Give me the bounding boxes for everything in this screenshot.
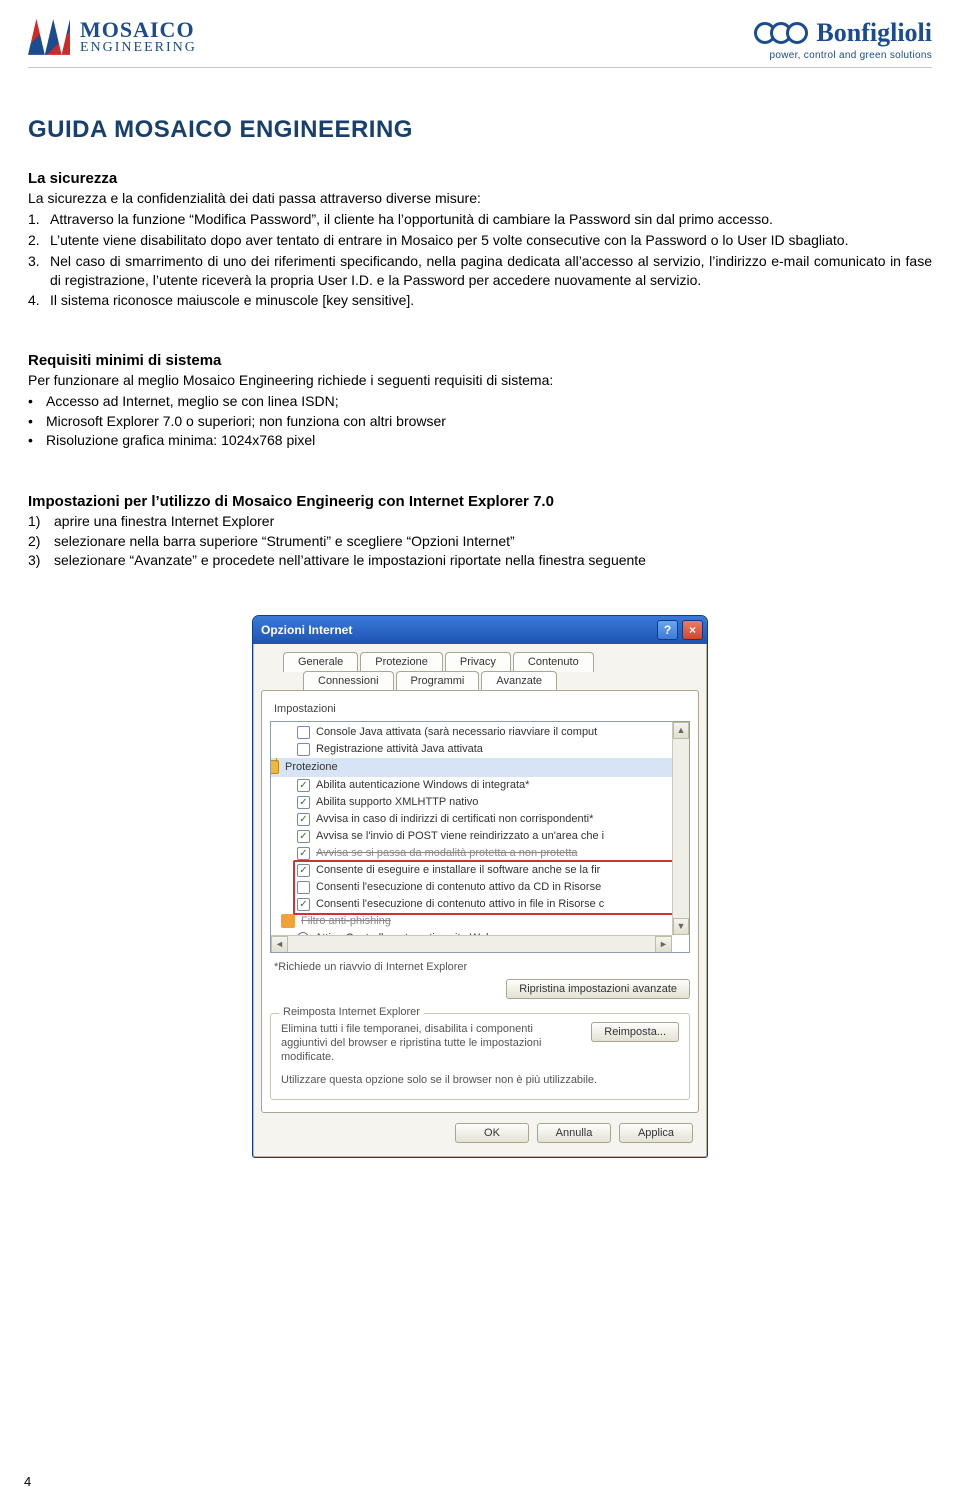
reset-text-1: Elimina tutti i file temporanei, disabil… [281, 1022, 579, 1065]
section-settings: Impostazioni per l’utilizzo di Mosaico E… [28, 493, 932, 571]
cancel-button[interactable]: Annulla [537, 1123, 611, 1143]
horizontal-scrollbar[interactable]: ◄ ► [271, 935, 672, 952]
scroll-up-icon[interactable]: ▲ [673, 722, 689, 739]
settings-step-3: selezionare “Avanzate” e procedete nell’… [54, 551, 646, 571]
category-icon [281, 914, 295, 928]
list-section-phishing: Filtro anti-phishing [281, 913, 685, 930]
apply-button[interactable]: Applica [619, 1123, 693, 1143]
page-number: 4 [24, 1474, 31, 1489]
logo-line2: ENGINEERING [80, 41, 197, 56]
settings-step-1: aprire una finestra Internet Explorer [54, 512, 274, 532]
checkbox-icon[interactable] [297, 864, 310, 877]
list-item[interactable]: Abilita autenticazione Windows di integr… [297, 777, 685, 794]
requirements-lead: Per funzionare al meglio Mosaico Enginee… [28, 371, 932, 390]
tab-panel-avanzate: Impostazioni Console Java attivata (sarà… [261, 690, 699, 1113]
dialog-title: Opzioni Internet [261, 623, 352, 637]
tab-connessioni[interactable]: Connessioni [303, 671, 394, 691]
checkbox-icon[interactable] [297, 796, 310, 809]
restore-defaults-button[interactable]: Ripristina impostazioni avanzate [506, 979, 690, 999]
logo-bonfiglioli: Bonfiglioli power, control and green sol… [760, 18, 932, 61]
requirements-item: Risoluzione grafica minima: 1024x768 pix… [28, 431, 932, 451]
list-item[interactable]: Consenti l'esecuzione di contenuto attiv… [297, 896, 685, 913]
tab-avanzate[interactable]: Avanzate [481, 671, 557, 692]
section-security: La sicurezza La sicurezza e la confidenz… [28, 170, 932, 310]
security-item-1: Attraverso la funzione “Modifica Passwor… [50, 210, 932, 229]
section-requirements: Requisiti minimi di sistema Per funziona… [28, 352, 932, 451]
logo-brand: Bonfiglioli [816, 18, 932, 48]
tab-contenuto[interactable]: Contenuto [513, 652, 594, 672]
security-heading: La sicurezza [28, 170, 932, 187]
settings-step-2: selezionare nella barra superiore “Strum… [54, 532, 515, 552]
checkbox-icon[interactable] [297, 898, 310, 911]
list-item[interactable]: Avvisa se si passa da modalità protetta … [297, 845, 685, 862]
reset-button[interactable]: Reimposta... [591, 1022, 679, 1042]
list-item[interactable]: Avvisa se l'invio di POST viene reindiri… [297, 828, 685, 845]
dialog-titlebar: Opzioni Internet ? × [253, 616, 707, 644]
bonfiglioli-rings-icon [760, 22, 808, 44]
requirements-heading: Requisiti minimi di sistema [28, 352, 932, 369]
scroll-left-icon[interactable]: ◄ [271, 936, 288, 953]
list-section-protezione: Protezione [270, 758, 690, 777]
reset-legend: Reimposta Internet Explorer [279, 1006, 424, 1018]
list-item[interactable]: Consenti l'esecuzione di contenuto attiv… [297, 879, 685, 896]
security-item-2: L’utente viene disabilitato dopo aver te… [50, 231, 932, 250]
checkbox-icon[interactable] [297, 847, 310, 860]
document-title: GUIDA MOSAICO ENGINEERING [28, 116, 932, 144]
logo-line1: MOSAICO [80, 18, 197, 41]
list-item[interactable]: Consente di eseguire e installare il sof… [297, 862, 685, 879]
list-item[interactable]: Abilita supporto XMLHTTP nativo [297, 794, 685, 811]
tab-protezione[interactable]: Protezione [360, 652, 443, 672]
help-button[interactable]: ? [657, 620, 678, 640]
list-item[interactable]: Registrazione attività Java attivata [297, 741, 685, 758]
scroll-right-icon[interactable]: ► [655, 936, 672, 953]
list-item[interactable]: Avvisa in caso di indirizzi di certifica… [297, 811, 685, 828]
security-item-3: Nel caso di smarrimento di uno dei rifer… [50, 252, 932, 290]
internet-options-dialog: Opzioni Internet ? × Generale Protezione… [252, 615, 708, 1158]
tab-programmi[interactable]: Programmi [396, 671, 480, 691]
settings-group-label: Impostazioni [274, 703, 690, 715]
logo-mosaico: MOSAICO ENGINEERING [28, 18, 197, 56]
vertical-scrollbar[interactable]: ▲ ▼ [672, 722, 689, 935]
logo-tagline: power, control and green solutions [760, 50, 932, 61]
page-header: MOSAICO ENGINEERING Bonfiglioli power, c… [28, 18, 932, 68]
mosaico-mark-icon [28, 19, 70, 55]
checkbox-icon[interactable] [297, 830, 310, 843]
restart-note: *Richiede un riavvio di Internet Explore… [274, 961, 690, 973]
lock-icon [270, 760, 279, 774]
checkbox-icon[interactable] [297, 779, 310, 792]
checkbox-icon[interactable] [297, 743, 310, 756]
requirements-item: Microsoft Explorer 7.0 o superiori; non … [28, 412, 932, 432]
settings-heading: Impostazioni per l’utilizzo di Mosaico E… [28, 493, 932, 510]
close-button[interactable]: × [682, 620, 703, 640]
list-item[interactable]: Console Java attivata (sarà necessario r… [297, 724, 685, 741]
checkbox-icon[interactable] [297, 726, 310, 739]
tab-privacy[interactable]: Privacy [445, 652, 511, 672]
checkbox-icon[interactable] [297, 813, 310, 826]
reset-text-2: Utilizzare questa opzione solo se il bro… [281, 1073, 679, 1087]
security-lead: La sicurezza e la confidenzialità dei da… [28, 189, 932, 208]
checkbox-icon[interactable] [297, 881, 310, 894]
tab-generale[interactable]: Generale [283, 652, 358, 672]
requirements-item: Accesso ad Internet, meglio se con linea… [28, 392, 932, 412]
reset-ie-group: Reimposta Internet Explorer Elimina tutt… [270, 1013, 690, 1100]
scroll-down-icon[interactable]: ▼ [673, 918, 689, 935]
advanced-settings-list: Console Java attivata (sarà necessario r… [270, 721, 690, 953]
security-item-4: Il sistema riconosce maiuscole e minusco… [50, 291, 932, 310]
ok-button[interactable]: OK [455, 1123, 529, 1143]
